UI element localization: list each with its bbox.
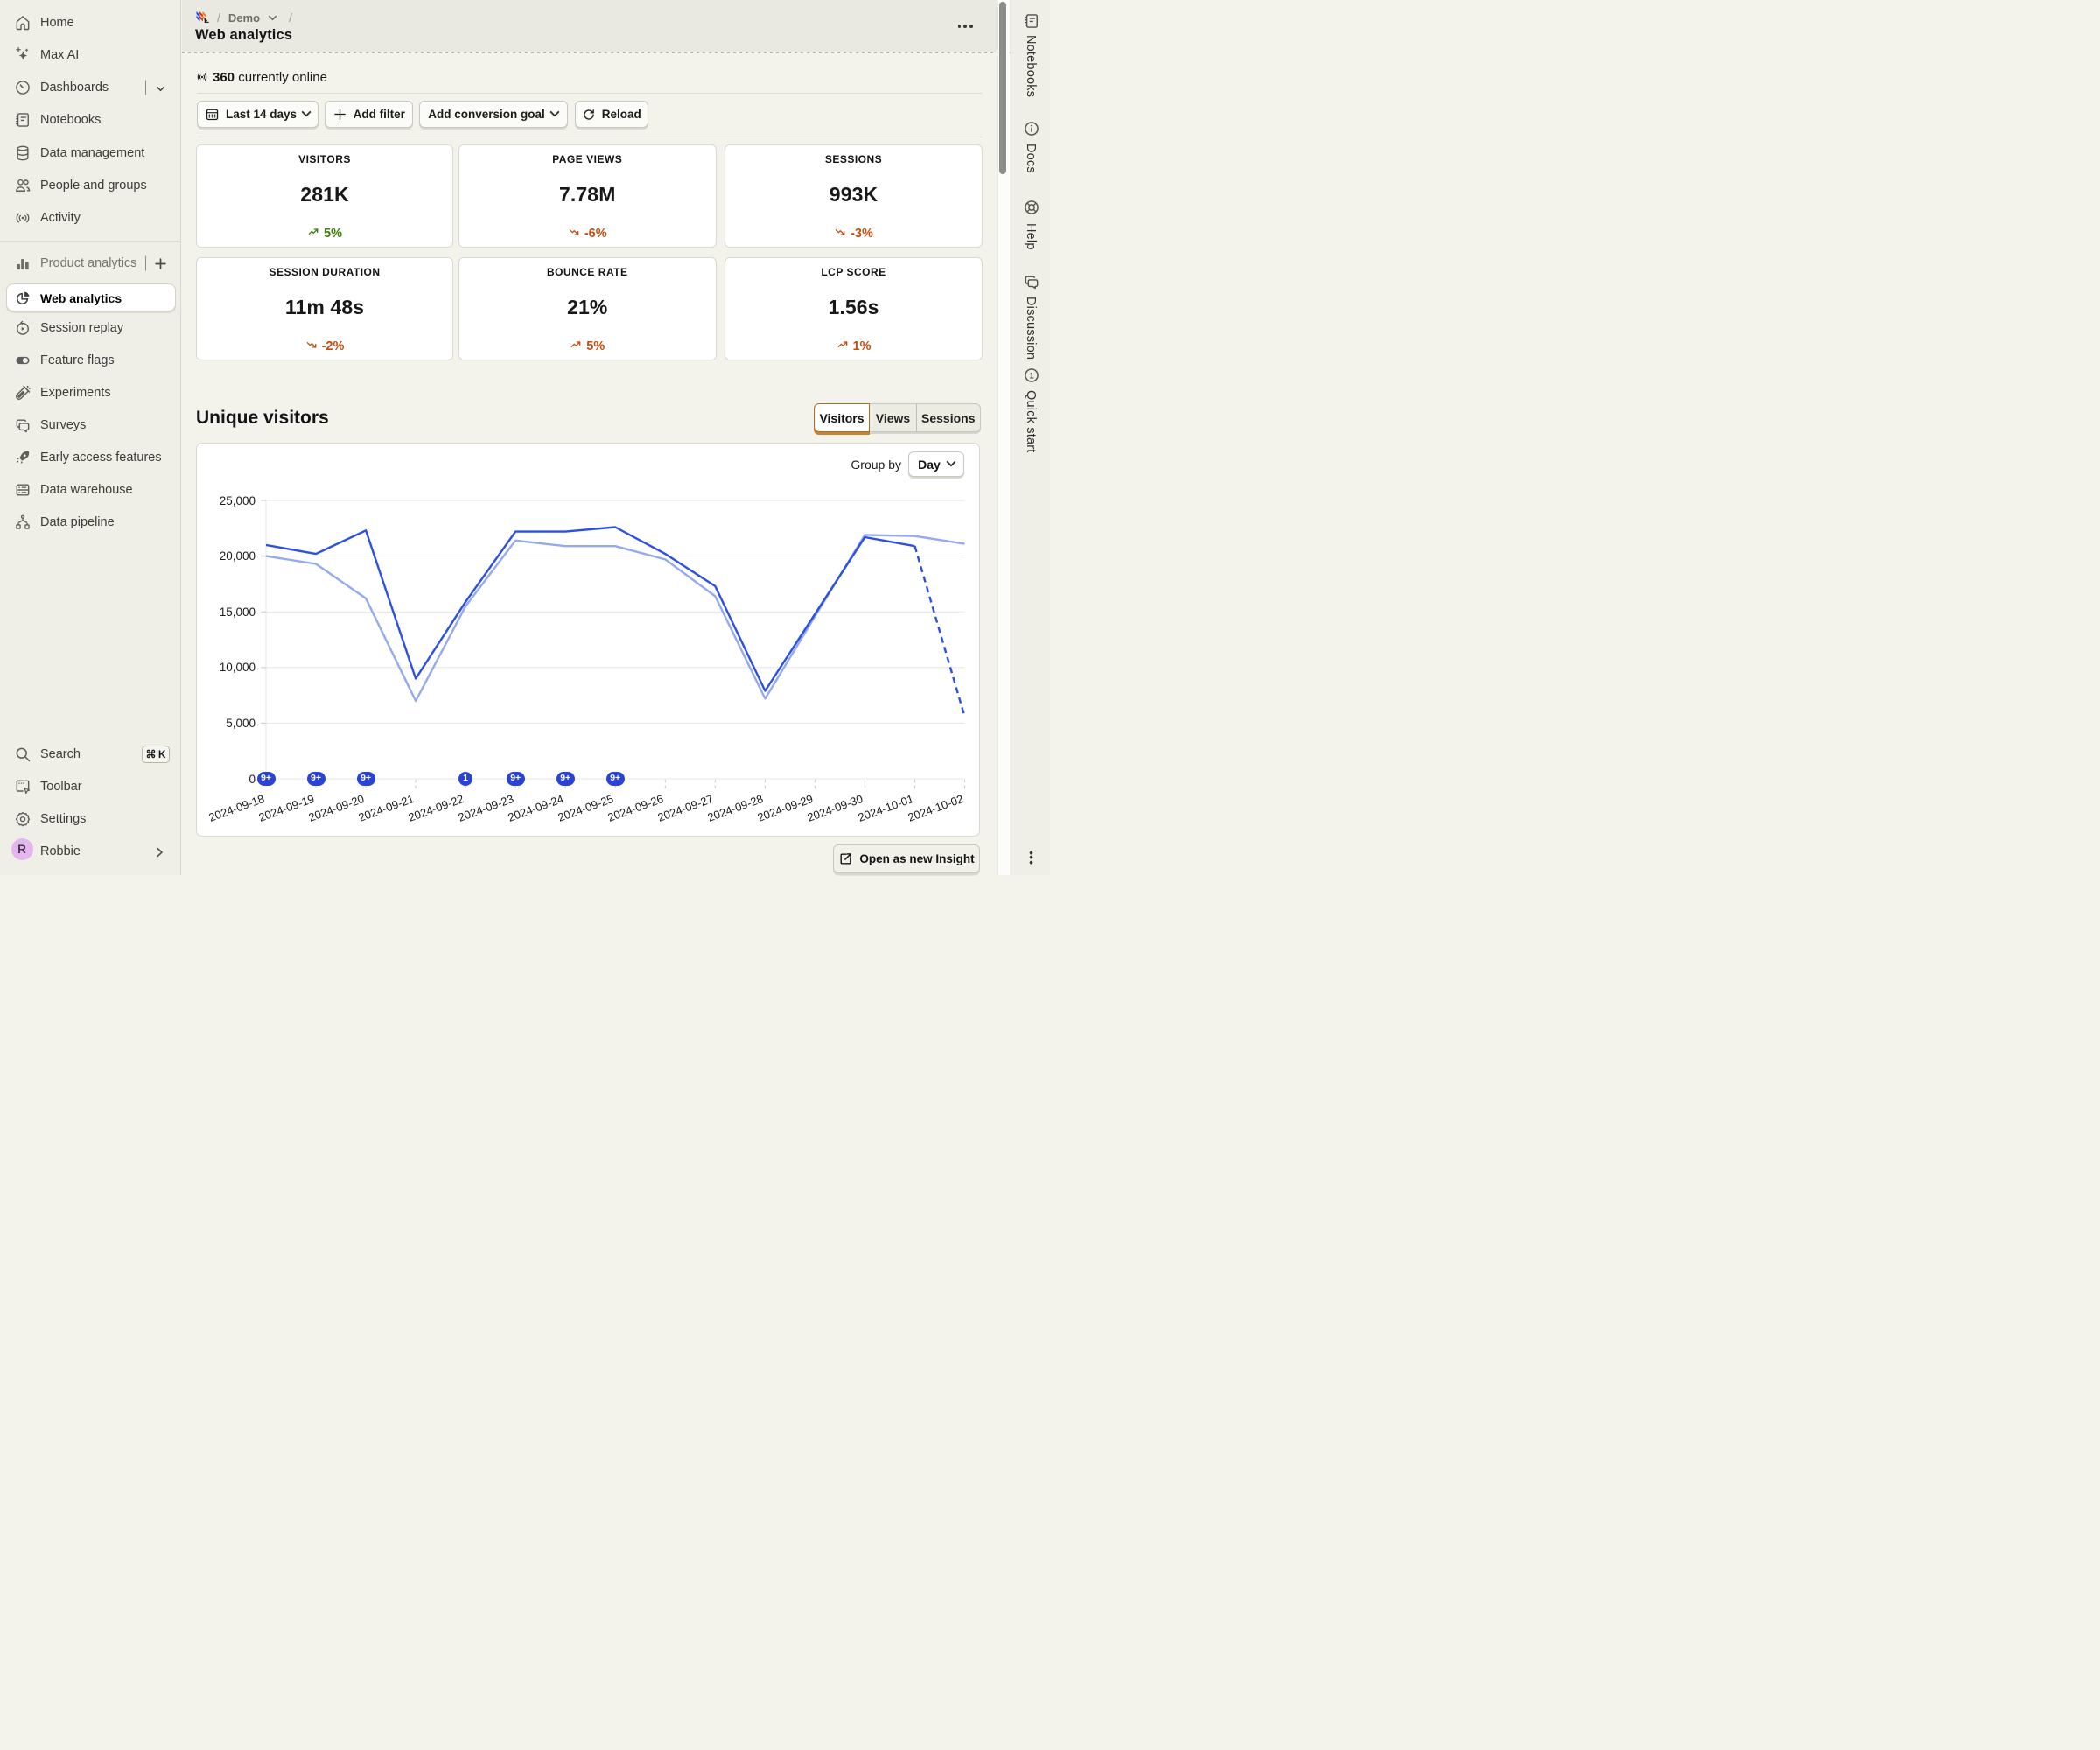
- svg-text:1: 1: [1029, 371, 1034, 381]
